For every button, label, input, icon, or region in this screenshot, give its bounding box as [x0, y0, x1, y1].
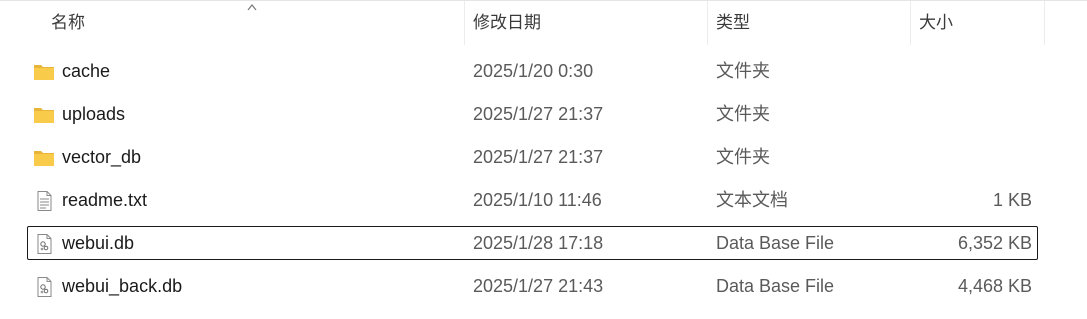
file-name: cache	[62, 61, 111, 81]
column-header-date[interactable]: 修改日期	[464, 1, 706, 45]
file-name: webui.db	[62, 233, 135, 253]
file-type: 文件夹	[716, 61, 770, 81]
file-name: vector_db	[62, 147, 142, 167]
file-type: Data Base File	[716, 276, 835, 296]
file-row-cache[interactable]: cache 2025/1/20 0:30 文件夹	[27, 54, 1038, 88]
file-row-webui-db[interactable]: webui.db 2025/1/28 17:18 Data Base File …	[27, 226, 1038, 260]
file-name: webui_back.db	[62, 276, 183, 296]
file-row-vector-db[interactable]: vector_db 2025/1/27 21:37 文件夹	[27, 140, 1038, 174]
file-size: 6,352 KB	[957, 233, 1032, 253]
file-type: 文件夹	[716, 147, 770, 167]
file-date: 2025/1/10 11:46	[473, 190, 602, 210]
file-date: 2025/1/27 21:43	[473, 276, 604, 296]
db-file-icon	[37, 234, 52, 254]
file-row-webui-back-db[interactable]: webui_back.db 2025/1/27 21:43 Data Base …	[27, 269, 1038, 303]
db-file-icon	[37, 277, 52, 297]
file-row-readme[interactable]: readme.txt 2025/1/10 11:46 文本文档 1 KB	[27, 183, 1038, 217]
file-date: 2025/1/27 21:37	[473, 104, 604, 124]
file-size: 1 KB	[992, 190, 1032, 210]
file-size: 4,468 KB	[957, 276, 1032, 296]
column-header: 名称 修改日期 类型 大小	[0, 0, 1087, 45]
file-type: 文本文档	[716, 190, 788, 210]
file-name: uploads	[62, 104, 126, 124]
file-type: Data Base File	[716, 233, 835, 253]
folder-icon	[34, 108, 54, 123]
file-date: 2025/1/20 0:30	[473, 61, 594, 81]
file-date: 2025/1/28 17:18	[473, 233, 604, 253]
folder-icon	[34, 151, 54, 166]
folder-icon	[34, 65, 54, 80]
column-header-size[interactable]: 大小	[910, 1, 1045, 45]
column-header-type[interactable]: 类型	[707, 1, 909, 45]
file-name: readme.txt	[62, 190, 148, 210]
column-header-name[interactable]: 名称	[43, 1, 463, 45]
file-date: 2025/1/27 21:37	[473, 147, 604, 167]
file-row-uploads[interactable]: uploads 2025/1/27 21:37 文件夹	[27, 97, 1038, 131]
text-file-icon	[37, 191, 52, 211]
file-type: 文件夹	[716, 104, 770, 124]
